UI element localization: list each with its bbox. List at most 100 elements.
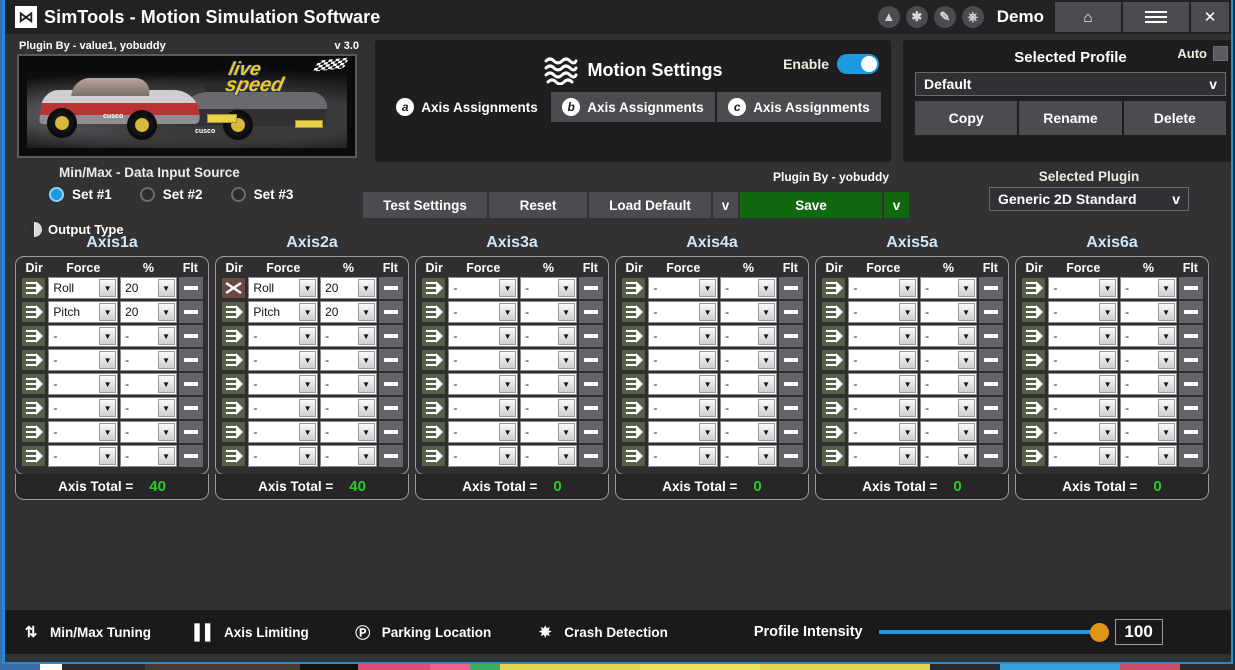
percent-select[interactable]: -▼ <box>1120 349 1177 371</box>
chevron-down-icon[interactable]: ▼ <box>758 351 775 369</box>
force-select[interactable]: -▼ <box>448 373 518 395</box>
force-select[interactable]: -▼ <box>848 373 918 395</box>
chevron-down-icon[interactable]: ▼ <box>1158 447 1175 465</box>
chevron-down-icon[interactable]: ▼ <box>699 327 716 345</box>
filter-toggle-button[interactable] <box>579 301 603 323</box>
filter-toggle-button[interactable] <box>179 325 203 347</box>
arrow-right-icon[interactable] <box>21 277 46 299</box>
chevron-down-icon[interactable]: ▼ <box>499 351 516 369</box>
percent-select[interactable]: -▼ <box>920 325 977 347</box>
arrow-right-icon[interactable] <box>21 325 46 347</box>
filter-toggle-button[interactable] <box>979 277 1003 299</box>
home-icon[interactable]: ⌂ <box>1055 2 1121 32</box>
chevron-down-icon[interactable]: ▼ <box>299 375 316 393</box>
filter-toggle-button[interactable] <box>179 445 203 467</box>
chevron-down-icon[interactable]: ▼ <box>558 351 575 369</box>
chevron-down-icon[interactable]: ▼ <box>699 279 716 297</box>
force-select[interactable]: -▼ <box>48 445 118 467</box>
percent-select[interactable]: -▼ <box>1120 445 1177 467</box>
pencil-icon[interactable]: ✎ <box>934 6 956 28</box>
arrow-right-icon[interactable] <box>821 421 846 443</box>
filter-toggle-button[interactable] <box>1179 301 1203 323</box>
filter-toggle-button[interactable] <box>379 325 403 347</box>
chevron-down-icon[interactable]: ▼ <box>158 303 175 321</box>
chevron-down-icon[interactable]: ▼ <box>1099 399 1116 417</box>
force-select[interactable]: -▼ <box>1048 445 1118 467</box>
chevron-down-icon[interactable]: ▼ <box>1158 279 1175 297</box>
force-select[interactable]: -▼ <box>1048 373 1118 395</box>
chevron-down-icon[interactable]: ▼ <box>299 399 316 417</box>
percent-select[interactable]: 20▼ <box>320 277 377 299</box>
arrow-right-icon[interactable] <box>821 445 846 467</box>
arrow-right-icon[interactable] <box>621 397 646 419</box>
force-select[interactable]: -▼ <box>1048 301 1118 323</box>
chevron-down-icon[interactable]: ▼ <box>1158 351 1175 369</box>
rename-profile-button[interactable]: Rename <box>1019 101 1121 135</box>
chevron-down-icon[interactable]: ▼ <box>699 303 716 321</box>
arrow-right-icon[interactable] <box>421 277 446 299</box>
chevron-down-icon[interactable]: ▼ <box>758 423 775 441</box>
filter-toggle-button[interactable] <box>1179 277 1203 299</box>
force-select[interactable]: Pitch▼ <box>248 301 318 323</box>
filter-toggle-button[interactable] <box>379 421 403 443</box>
chevron-down-icon[interactable]: ▼ <box>1158 399 1175 417</box>
save-button[interactable]: Save <box>740 192 882 218</box>
percent-select[interactable]: -▼ <box>920 397 977 419</box>
chevron-down-icon[interactable]: ▼ <box>1158 375 1175 393</box>
close-icon[interactable]: ✕ <box>1191 2 1229 32</box>
chevron-down-icon[interactable]: ▼ <box>758 399 775 417</box>
arrow-right-icon[interactable] <box>421 445 446 467</box>
percent-select[interactable]: -▼ <box>520 445 577 467</box>
filter-toggle-button[interactable] <box>1179 325 1203 347</box>
filter-toggle-button[interactable] <box>779 373 803 395</box>
force-select[interactable]: -▼ <box>448 325 518 347</box>
force-select[interactable]: -▼ <box>648 421 718 443</box>
filter-toggle-button[interactable] <box>979 325 1003 347</box>
force-select[interactable]: -▼ <box>48 373 118 395</box>
auto-checkbox[interactable] <box>1213 46 1228 61</box>
chevron-down-icon[interactable]: ▼ <box>299 447 316 465</box>
chevron-down-icon[interactable]: ▼ <box>958 279 975 297</box>
force-select[interactable]: -▼ <box>1048 421 1118 443</box>
chevron-down-icon[interactable]: ▼ <box>699 399 716 417</box>
percent-select[interactable]: 20▼ <box>320 301 377 323</box>
chevron-down-icon[interactable]: ▼ <box>699 423 716 441</box>
chevron-down-icon[interactable]: ▼ <box>499 327 516 345</box>
min-max-tuning-button[interactable]: ⇅ Min/Max Tuning <box>21 622 151 642</box>
force-select[interactable]: Roll▼ <box>48 277 118 299</box>
percent-select[interactable]: -▼ <box>320 349 377 371</box>
percent-select[interactable]: -▼ <box>520 325 577 347</box>
force-select[interactable]: -▼ <box>448 301 518 323</box>
filter-toggle-button[interactable] <box>579 421 603 443</box>
percent-select[interactable]: 20▼ <box>120 301 177 323</box>
chevron-down-icon[interactable]: ▼ <box>99 351 116 369</box>
force-select[interactable]: -▼ <box>1048 277 1118 299</box>
filter-toggle-button[interactable] <box>979 445 1003 467</box>
filter-toggle-button[interactable] <box>179 397 203 419</box>
force-select[interactable]: -▼ <box>248 421 318 443</box>
percent-select[interactable]: -▼ <box>920 373 977 395</box>
percent-select[interactable]: -▼ <box>720 325 777 347</box>
save-dropdown-icon[interactable]: v <box>884 192 909 218</box>
arrow-right-icon[interactable] <box>21 421 46 443</box>
percent-select[interactable]: -▼ <box>720 421 777 443</box>
arrow-right-icon[interactable] <box>621 445 646 467</box>
chevron-down-icon[interactable]: ▼ <box>758 279 775 297</box>
filter-toggle-button[interactable] <box>779 277 803 299</box>
chevron-down-icon[interactable]: ▼ <box>299 303 316 321</box>
profile-select[interactable]: Default v <box>915 72 1226 96</box>
copy-profile-button[interactable]: Copy <box>915 101 1017 135</box>
chevron-down-icon[interactable]: ▼ <box>158 423 175 441</box>
percent-select[interactable]: -▼ <box>920 301 977 323</box>
force-select[interactable]: -▼ <box>648 349 718 371</box>
chevron-down-icon[interactable]: ▼ <box>158 279 175 297</box>
percent-select[interactable]: -▼ <box>720 445 777 467</box>
filter-toggle-button[interactable] <box>779 397 803 419</box>
arrow-right-icon[interactable] <box>621 373 646 395</box>
up-arrow-icon[interactable]: ▲ <box>878 6 900 28</box>
arrow-right-icon[interactable] <box>21 349 46 371</box>
chevron-down-icon[interactable]: ▼ <box>1099 303 1116 321</box>
arrow-right-icon[interactable] <box>421 397 446 419</box>
chevron-down-icon[interactable]: ▼ <box>99 327 116 345</box>
filter-toggle-button[interactable] <box>1179 445 1203 467</box>
